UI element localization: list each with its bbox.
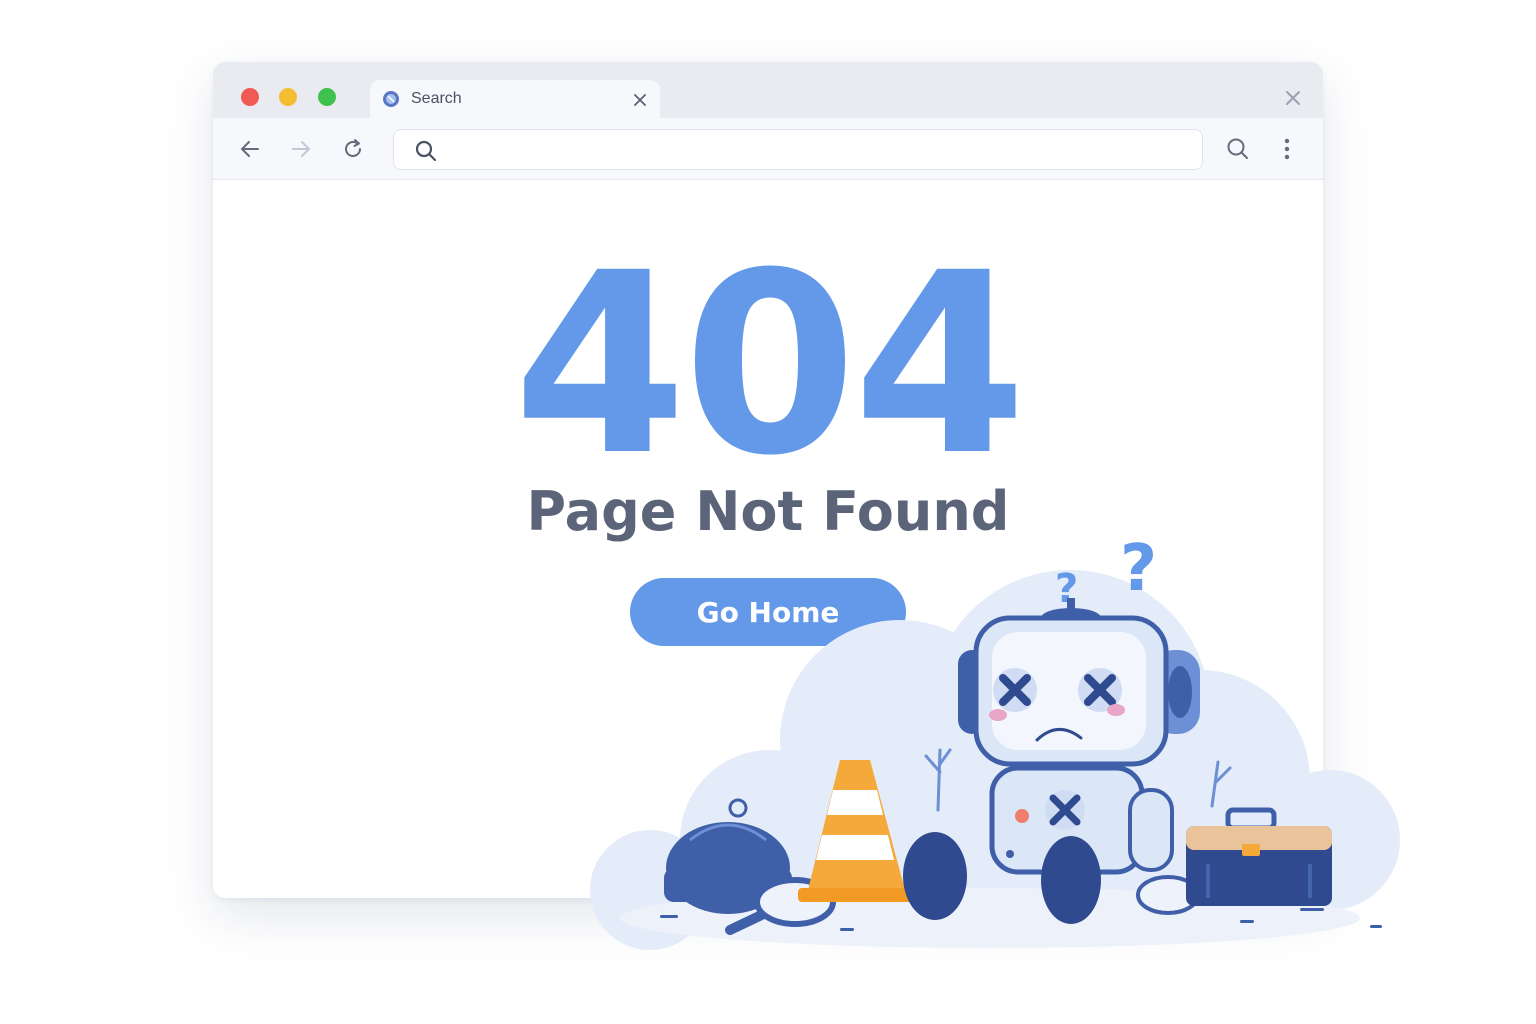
question-mark-icon: ? [1120, 532, 1157, 606]
robot-illustration: ? ? [590, 532, 1400, 950]
maximize-window-dot[interactable] [318, 88, 336, 106]
search-icon[interactable] [1225, 136, 1251, 162]
arrow-left-icon[interactable] [237, 136, 263, 162]
arrow-right-icon[interactable] [288, 136, 314, 162]
address-input[interactable] [454, 138, 1174, 162]
close-icon[interactable] [1283, 88, 1303, 108]
title-bar: Search [213, 62, 1323, 120]
minimize-window-dot[interactable] [279, 88, 297, 106]
search-icon [415, 140, 437, 162]
error-code: 404 [513, 219, 1027, 510]
address-bar[interactable] [393, 129, 1203, 170]
more-vertical-icon[interactable] [1277, 136, 1297, 162]
globe-icon [383, 91, 399, 107]
tab-title: Search [411, 90, 462, 107]
toolbar [213, 118, 1323, 180]
close-window-dot[interactable] [241, 88, 259, 106]
browser-tab[interactable]: Search [370, 80, 660, 120]
reload-icon[interactable] [340, 136, 366, 162]
close-icon[interactable] [630, 90, 650, 110]
